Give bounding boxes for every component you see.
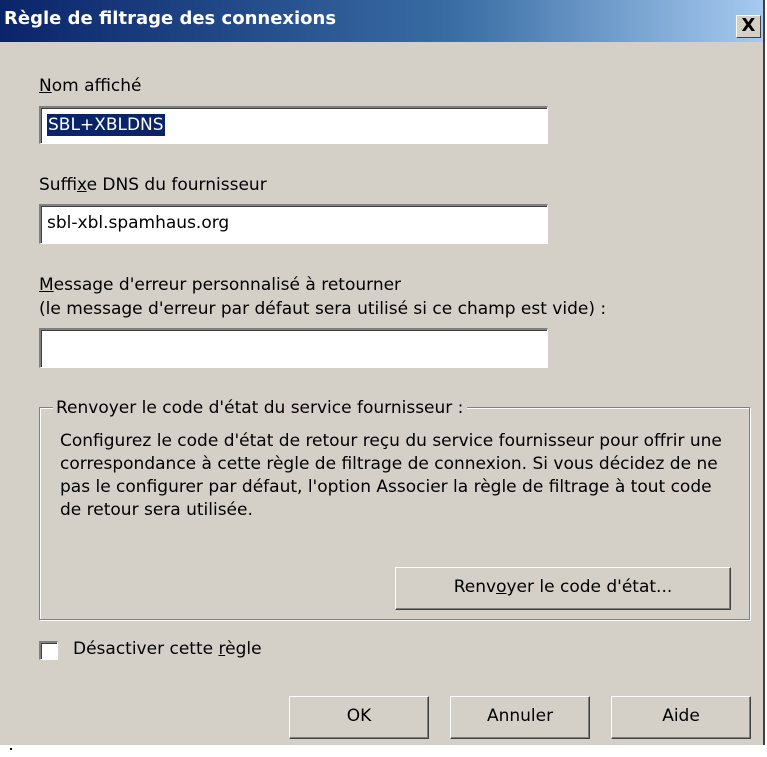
close-icon: X: [741, 15, 756, 36]
dns-suffix-label: Suffixe DNS du fournisseur: [39, 175, 267, 195]
error-message-label: Message d'erreur personnalisé à retourne…: [39, 275, 402, 295]
disable-rule-checkbox[interactable]: [39, 641, 58, 660]
dns-suffix-field[interactable]: sbl-xbl.spamhaus.org: [39, 204, 548, 244]
error-message-field[interactable]: [39, 328, 548, 368]
close-button[interactable]: X: [736, 15, 761, 38]
display-name-label: Nom affiché: [39, 76, 142, 96]
disable-rule-label[interactable]: Désactiver cette règle: [73, 639, 262, 659]
title-bar[interactable]: Règle de filtrage des connexions X: [0, 0, 763, 42]
dialog-window: Règle de filtrage des connexions X Nom a…: [0, 0, 765, 745]
return-status-code-button[interactable]: Renvoyer le code d'état...: [395, 567, 731, 610]
dns-suffix-value: sbl-xbl.spamhaus.org: [47, 213, 230, 233]
stray-pixel: [10, 748, 12, 750]
display-name-field[interactable]: SBL+XBLDNS: [39, 106, 548, 144]
status-code-group-legend: Renvoyer le code d'état du service fourn…: [53, 398, 468, 418]
cancel-button[interactable]: Annuler: [450, 696, 590, 739]
display-name-value: SBL+XBLDNS: [47, 114, 165, 136]
window-title: Règle de filtrage des connexions: [4, 8, 337, 29]
help-button[interactable]: Aide: [611, 696, 751, 739]
status-code-description: Configurez le code d'état de retour reçu…: [60, 431, 722, 520]
error-message-hint: (le message d'erreur par défaut sera uti…: [39, 299, 607, 319]
ok-button[interactable]: OK: [289, 696, 429, 739]
